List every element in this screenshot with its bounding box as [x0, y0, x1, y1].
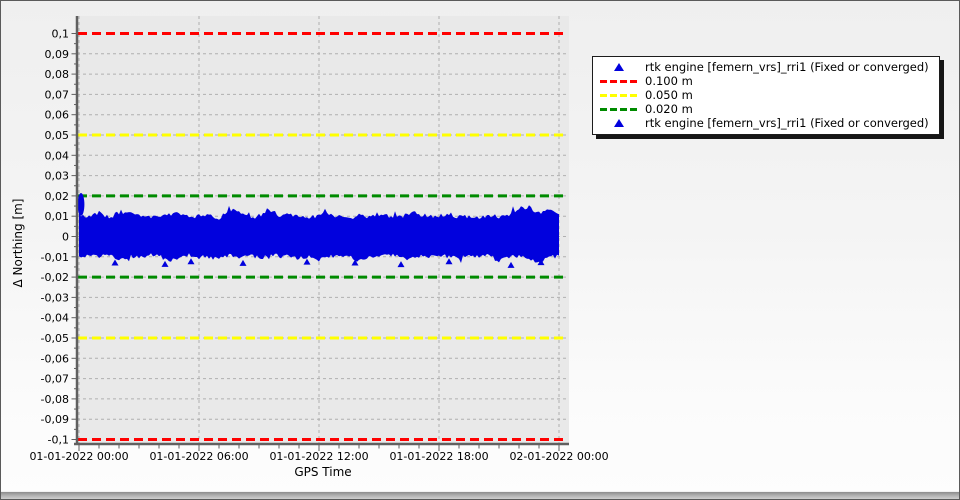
y-tick-label: -0,05 [41, 332, 69, 345]
y-tick-label: -0,01 [41, 251, 69, 264]
startup-cluster [77, 193, 85, 216]
legend-triangle-icon [614, 119, 624, 127]
x-tick-label: 02-01-2022 00:00 [509, 450, 608, 463]
y-tick-label: 0,1 [52, 28, 70, 41]
legend-dash-icon [600, 107, 638, 111]
x-tick-label: 01-01-2022 00:00 [29, 450, 128, 463]
legend-item: 0.050 m [593, 88, 929, 102]
legend: rtk engine [femern_vrs]_rri1 (Fixed or c… [592, 56, 940, 135]
y-tick-label: -0,08 [41, 393, 69, 406]
legend-item-label: rtk engine [femern_vrs]_rri1 (Fixed or c… [645, 60, 929, 74]
legend-marker [593, 63, 645, 71]
legend-item: rtk engine [femern_vrs]_rri1 (Fixed or c… [593, 116, 929, 130]
y-tick-label: 0,02 [45, 190, 70, 203]
legend-marker [593, 79, 645, 83]
x-tick-label: 01-01-2022 18:00 [389, 450, 488, 463]
y-tick-label: -0,02 [41, 271, 69, 284]
legend-item: 0.100 m [593, 74, 929, 88]
y-tick-label: -0,06 [41, 352, 69, 365]
y-tick-label: 0 [62, 231, 69, 244]
legend-item-label: 0.020 m [645, 102, 693, 116]
legend-marker [593, 119, 645, 127]
y-tick-label: 0,07 [45, 88, 70, 101]
y-tick-label: 0,04 [45, 149, 70, 162]
y-tick-label: 0,03 [45, 170, 70, 183]
y-axis-title: Δ Northing [m] [11, 198, 25, 288]
legend-triangle-icon [614, 63, 624, 71]
y-tick-label: -0,07 [41, 373, 69, 386]
y-tick-label: -0,04 [41, 312, 69, 325]
y-tick-label: -0,09 [41, 413, 69, 426]
legend-item-label: 0.050 m [645, 88, 693, 102]
legend-marker [593, 107, 645, 111]
window-bottom-edge [1, 491, 959, 499]
y-tick-label: 0,06 [45, 109, 70, 122]
y-tick-label: 0,08 [45, 68, 70, 81]
legend-marker [593, 93, 645, 97]
chart-window: 0,1 0,09 0,08 0,07 0,06 0,05 0,04 0,03 0,02 0,01 0… [0, 0, 960, 500]
legend-dash-icon [600, 93, 638, 97]
legend-item: rtk engine [femern_vrs]_rri1 (Fixed or c… [593, 60, 929, 74]
legend-item-label: 0.100 m [645, 74, 693, 88]
legend-dash-icon [600, 79, 638, 83]
y-tick-label: 0,09 [45, 48, 70, 61]
x-tick-label: 01-01-2022 12:00 [269, 450, 368, 463]
legend-item: 0.020 m [593, 102, 929, 116]
legend-item-label: rtk engine [femern_vrs]_rri1 (Fixed or c… [645, 116, 929, 130]
y-tick-label: -0,03 [41, 291, 69, 304]
y-tick-label: -0,1 [48, 434, 69, 447]
x-axis-title: GPS Time [294, 465, 352, 479]
y-axis-ticks [71, 33, 77, 440]
x-tick-label: 01-01-2022 06:00 [149, 450, 248, 463]
y-tick-label: 0,01 [45, 210, 70, 223]
y-tick-label: 0,05 [45, 129, 70, 142]
